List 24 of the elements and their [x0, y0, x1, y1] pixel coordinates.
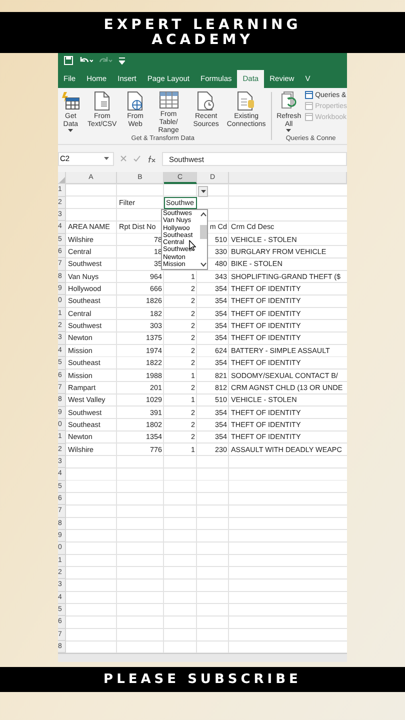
window-icon [305, 113, 314, 121]
banner-title: PLEASE SUBSCRIBE [104, 672, 302, 687]
banner-title: EXPERT LEARNING ACADEMY [102, 18, 302, 48]
undo-icon[interactable] [79, 56, 93, 65]
caret-icon [104, 157, 109, 160]
database-icon [60, 91, 81, 111]
clock-document-icon [197, 91, 216, 111]
web-document-icon [127, 91, 144, 111]
redo-icon [99, 56, 113, 65]
window-icon [305, 91, 314, 99]
check-icon[interactable] [133, 155, 141, 162]
dropdown-button[interactable] [198, 186, 208, 197]
customize-icon[interactable] [119, 56, 125, 64]
document-icon [237, 91, 256, 111]
table-icon [158, 91, 179, 109]
document-icon [94, 91, 110, 111]
refresh-icon [278, 91, 299, 111]
save-icon[interactable] [64, 56, 73, 65]
caret-icon [200, 190, 206, 193]
scroll-down-icon[interactable] [200, 262, 206, 267]
window-icon [305, 102, 314, 110]
scroll-thumb[interactable] [200, 224, 206, 238]
scroll-up-icon[interactable] [200, 212, 206, 217]
function-icon[interactable] [147, 154, 156, 162]
